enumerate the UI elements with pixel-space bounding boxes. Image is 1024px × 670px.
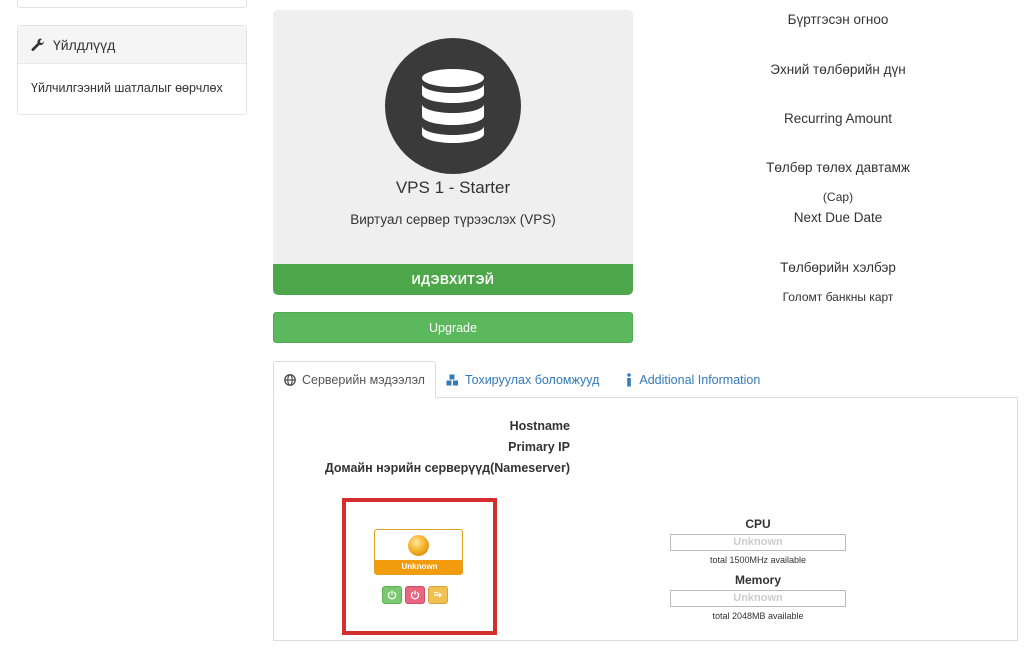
power-off-button[interactable] <box>405 586 425 604</box>
wrench-icon <box>31 38 45 51</box>
registration-date-label: Бүртгэсэн огноо <box>787 12 889 27</box>
actions-card-header: Үйлдлүүд <box>18 26 246 64</box>
power-off-icon <box>410 590 420 600</box>
database-icon <box>422 69 484 143</box>
power-on-button[interactable] <box>382 586 402 604</box>
cubes-icon <box>446 374 458 385</box>
info-icon <box>627 372 632 386</box>
nameservers-label: Домайн нэрийн серверүүд(Nameserver) <box>324 461 570 475</box>
tab-configurable-options-label: Тохируулах боломжууд <box>464 372 600 387</box>
status-orb-icon <box>408 535 429 556</box>
change-plan-link[interactable]: Үйлчилгээний шатлалыг өөрчлөх <box>31 81 223 95</box>
memory-usage-bar: Unknown <box>670 590 846 607</box>
tab-server-info-label: Серверийн мэдээлэл <box>302 372 425 387</box>
reboot-button[interactable] <box>428 586 448 604</box>
tab-additional-info-label: Additional Information <box>639 372 761 387</box>
sidebar-top-card <box>17 0 247 8</box>
tab-bar: Серверийн мэдээлэл Тохируулах боломжууд … <box>273 361 770 398</box>
tab-additional-info[interactable]: Additional Information <box>615 361 770 398</box>
product-name: VPS 1 - Starter <box>395 178 511 197</box>
memory-available: total 2048MB available <box>712 611 804 621</box>
vm-status-label: Unknown <box>375 560 462 574</box>
tab-configurable-options[interactable]: Тохируулах боломжууд <box>436 361 609 398</box>
cpu-available: total 1500MHz available <box>709 555 807 565</box>
memory-title: Memory <box>734 573 781 587</box>
product-group: Виртуал сервер түрээслэх (VPS) <box>350 212 556 227</box>
billing-cycle-label: Төлбөр төлөх давтамж <box>766 160 910 175</box>
power-on-icon <box>387 590 397 600</box>
payment-method-value: Голомт банкны карт <box>782 290 894 304</box>
service-status-bar: ИДЭВХИТЭЙ <box>273 264 633 295</box>
recurring-amount-label: Recurring Amount <box>783 111 893 126</box>
next-due-date-label: Next Due Date <box>793 210 883 225</box>
tab-server-info[interactable]: Серверийн мэдээлэл <box>273 361 436 398</box>
primary-ip-label: Primary IP <box>508 440 570 454</box>
hostname-label: Hostname <box>509 419 570 433</box>
upgrade-button[interactable]: Upgrade <box>273 312 633 343</box>
product-panel: VPS 1 - Starter Виртуал сервер түрээслэх… <box>273 10 633 295</box>
actions-card: Үйлдлүүд Үйлчилгээний шатлалыг өөрчлөх <box>17 25 247 115</box>
vm-control-buttons <box>382 586 448 604</box>
reboot-icon <box>434 592 442 598</box>
billing-cycle-value: (Сар) <box>822 190 854 204</box>
first-payment-label: Эхний төлбөрийн дүн <box>770 62 906 77</box>
tab-content-server-info: Hostname Primary IP Домайн нэрийн сервер… <box>273 397 1018 641</box>
actions-card-title: Үйлдлүүд <box>53 36 116 53</box>
cpu-usage-bar: Unknown <box>670 534 846 551</box>
cpu-title: CPU <box>745 517 771 531</box>
product-icon-circle <box>385 38 521 174</box>
globe-icon <box>284 373 296 386</box>
vm-status-box: Unknown <box>374 529 463 575</box>
payment-method-label: Төлбөрийн хэлбэр <box>780 260 896 275</box>
